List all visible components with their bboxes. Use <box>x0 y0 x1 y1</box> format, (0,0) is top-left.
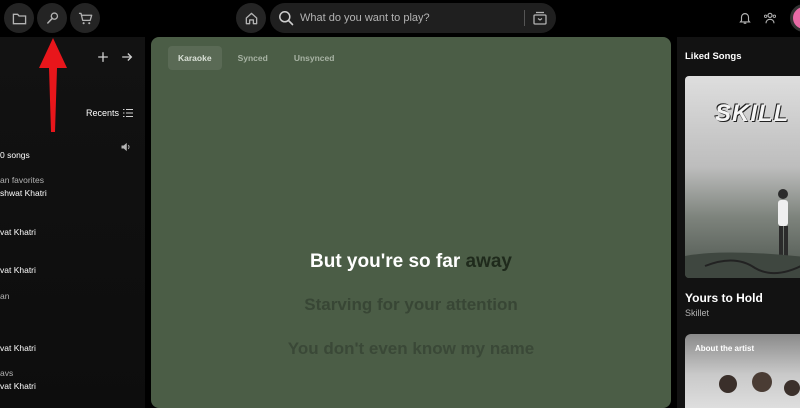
list-item[interactable]: vat Khatri <box>0 381 36 391</box>
cart-button[interactable] <box>70 3 100 33</box>
list-item[interactable]: vat Khatri <box>0 265 36 275</box>
list-item[interactable]: 0 songs <box>0 150 30 160</box>
list-item[interactable]: avs <box>0 368 13 378</box>
list-item[interactable]: an <box>0 291 9 301</box>
home-button[interactable] <box>236 3 266 33</box>
list-item[interactable]: an favorites <box>0 175 44 185</box>
tab-unsynced[interactable]: Unsynced <box>284 46 345 70</box>
folder-button[interactable] <box>4 3 34 33</box>
album-art: SKILL <box>685 76 800 278</box>
album-ground <box>685 252 800 278</box>
search-divider <box>524 10 525 26</box>
song-title[interactable]: Yours to Hold <box>685 291 763 305</box>
search-input[interactable]: What do you want to play? <box>300 12 430 24</box>
avatar[interactable] <box>790 4 800 32</box>
cart-icon <box>78 12 92 24</box>
top-bar: What do you want to play? <box>0 0 800 37</box>
friends-icon[interactable] <box>763 11 777 25</box>
recents-label: Recents <box>85 108 119 118</box>
wrench-button[interactable] <box>37 3 67 33</box>
list-icon <box>123 109 133 117</box>
tab-karaoke[interactable]: Karaoke <box>168 46 222 70</box>
about-artist-label: About the artist <box>695 344 755 353</box>
about-artist-card[interactable]: About the artist <box>685 334 800 408</box>
current-lyric-line[interactable]: But you're so far away <box>151 251 671 273</box>
panel-title[interactable]: Liked Songs <box>685 51 741 62</box>
upcoming-lyric-line[interactable]: You don't even know my name <box>151 339 671 359</box>
search-bar[interactable]: What do you want to play? <box>270 3 556 33</box>
list-item[interactable]: shwat Khatri <box>0 188 47 198</box>
sung-part: But you're so far <box>310 251 461 272</box>
arrow-right-icon[interactable] <box>120 50 134 64</box>
tab-synced[interactable]: Synced <box>228 46 278 70</box>
search-icon <box>279 11 294 26</box>
lyrics-tabs: Karaoke Synced Unsynced <box>168 46 344 70</box>
artist-name[interactable]: Skillet <box>685 308 709 318</box>
album-band-name: SKILL <box>715 100 790 127</box>
list-item[interactable]: vat Khatri <box>0 343 36 353</box>
annotation-arrow <box>39 38 67 132</box>
folder-icon <box>12 13 26 24</box>
recents-sort[interactable]: Recents <box>86 108 133 118</box>
list-item[interactable]: vat Khatri <box>0 227 36 237</box>
bell-icon[interactable] <box>738 11 752 25</box>
next-lyric-line[interactable]: Starving for your attention <box>151 295 671 315</box>
home-icon <box>245 12 257 24</box>
now-playing-panel: Liked Songs SKILL Yours to Hold Skillet … <box>677 37 800 408</box>
artist-photo <box>719 372 800 396</box>
lyrics-view: Karaoke Synced Unsynced But you're so fa… <box>151 37 671 408</box>
speaker-icon <box>121 142 130 152</box>
wrench-icon <box>46 11 58 24</box>
browse-icon[interactable] <box>532 10 548 26</box>
unsung-part: away <box>465 251 512 272</box>
plus-icon[interactable] <box>96 50 110 64</box>
library-sidebar: Recents 0 songs an favorites shwat Khatr… <box>0 37 145 408</box>
